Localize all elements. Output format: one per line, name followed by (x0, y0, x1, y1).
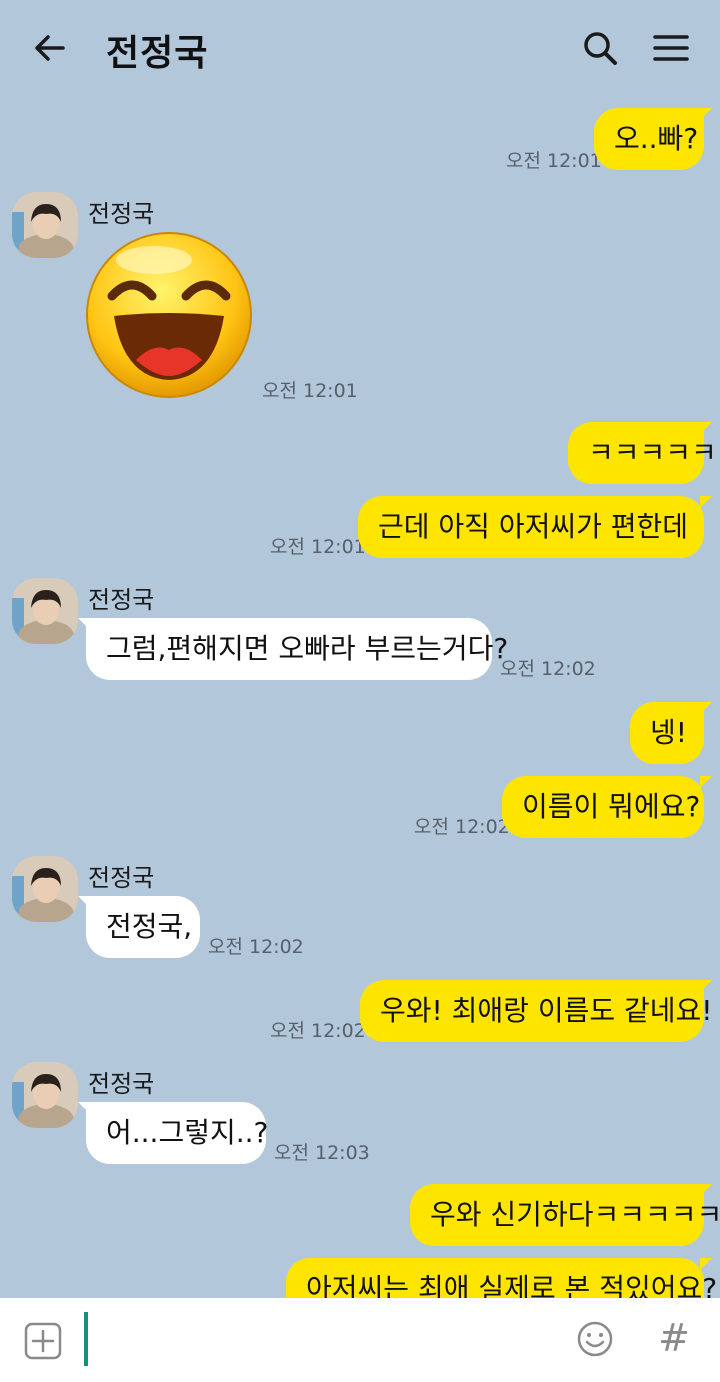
sender-name: 전정국 (88, 864, 155, 892)
my-message-bubble[interactable]: 우와! 최애랑 이름도 같네요! (360, 980, 713, 1042)
emoticon-laughing[interactable] (84, 230, 254, 400)
menu-button[interactable] (650, 28, 692, 68)
my-message-bubble[interactable]: 오..빠? (594, 108, 712, 170)
avatar[interactable] (12, 578, 78, 644)
avatar-image (12, 1062, 78, 1128)
other-message-bubble[interactable]: 어...그렇지..? (78, 1102, 268, 1164)
message-input[interactable] (96, 1312, 546, 1366)
avatar-image (12, 578, 78, 644)
sender-name: 전정국 (88, 200, 155, 228)
message-time: 오전 12:01 (262, 380, 358, 402)
message-time: 오전 12:02 (208, 936, 304, 958)
hamburger-menu-icon (653, 35, 689, 61)
text-cursor (84, 1312, 88, 1366)
add-attachment-button[interactable] (24, 1322, 62, 1360)
message-time: 오전 12:02 (270, 1020, 366, 1042)
search-button[interactable] (580, 28, 620, 68)
emoticon-button[interactable] (576, 1320, 614, 1358)
back-button[interactable] (30, 28, 70, 68)
other-message-bubble[interactable]: 전정국, (78, 896, 200, 958)
search-icon (584, 32, 617, 65)
message-time: 오전 12:01 (270, 536, 366, 558)
avatar-image (12, 192, 78, 258)
my-message-bubble[interactable]: ㅋㅋㅋㅋㅋ (568, 422, 717, 484)
my-message-bubble[interactable]: 아저씨는 최애 실제로 본 적있어요? (286, 1258, 717, 1298)
laughing-face-icon (86, 232, 252, 398)
message-time: 오전 12:02 (414, 816, 510, 838)
avatar[interactable] (12, 856, 78, 922)
message-input-bar: # (0, 1298, 720, 1382)
message-time: 오전 12:01 (506, 150, 602, 172)
my-message-bubble[interactable]: 우와 신기하다ㅋㅋㅋㅋㅋ (410, 1184, 720, 1246)
plus-box-icon (24, 1322, 62, 1360)
other-message-bubble[interactable]: 그럼,편해지면 오빠라 부르는거다? (78, 618, 508, 680)
message-time: 오전 12:03 (274, 1142, 370, 1164)
chat-header: 전정국 (0, 0, 720, 100)
chat-messages[interactable]: 오전 12:01 오..빠? 전정국 오전 12:01 ㅋㅋㅋㅋㅋ 오전 12:… (0, 100, 720, 1298)
avatar[interactable] (12, 192, 78, 258)
message-time: 오전 12:02 (500, 658, 596, 680)
sender-name: 전정국 (88, 586, 155, 614)
sender-name: 전정국 (88, 1070, 155, 1098)
my-message-bubble[interactable]: 근데 아직 아저씨가 편한데 (358, 496, 712, 558)
smiley-icon (577, 1321, 613, 1357)
hashtag-button[interactable]: # (654, 1314, 694, 1362)
my-message-bubble[interactable]: 넹! (630, 702, 712, 764)
arrow-left-icon (35, 35, 65, 61)
chat-title: 전정국 (106, 33, 209, 74)
avatar-image (12, 856, 78, 922)
avatar[interactable] (12, 1062, 78, 1128)
my-message-bubble[interactable]: 이름이 뭐에요? (502, 776, 712, 838)
